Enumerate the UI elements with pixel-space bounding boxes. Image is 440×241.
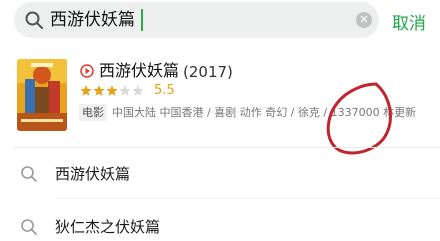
suggestion-item[interactable]: 西游伏妖篇 (0, 150, 440, 196)
movie-meta: 中国大陆 中国香港 / 喜剧 动作 奇幻 / 徐克 / 1337000 林更新 (112, 106, 417, 119)
search-icon (21, 166, 37, 182)
divider (14, 147, 440, 148)
star-icon (132, 85, 144, 96)
star-icon (119, 85, 131, 96)
search-icon (21, 219, 37, 235)
suggestion-item[interactable]: 狄仁杰之伏妖篇 (0, 203, 440, 241)
star-icon (93, 85, 105, 96)
cancel-button[interactable]: 取消 (392, 9, 426, 34)
text-caret (141, 9, 143, 31)
suggestion-label: 西游伏妖篇 (55, 165, 131, 183)
movie-result-card[interactable]: 西游伏妖篇 (2017) 5.5 电影 中国大陆 中国香港 / 喜剧 动作 奇幻… (0, 46, 440, 146)
divider (55, 198, 440, 199)
rating-score: 5.5 (154, 83, 175, 98)
movie-year: (2017) (183, 63, 233, 81)
star-rating (80, 85, 144, 96)
search-bar[interactable]: 西游伏妖篇 ✕ (14, 2, 379, 38)
category-tag: 电影 (79, 104, 107, 121)
search-icon (25, 11, 43, 29)
star-icon (106, 85, 118, 96)
clear-icon[interactable]: ✕ (356, 12, 372, 28)
movie-poster[interactable] (17, 59, 67, 131)
movie-title[interactable]: 西游伏妖篇 (99, 61, 179, 81)
suggestion-label: 狄仁杰之伏妖篇 (55, 218, 161, 236)
play-icon (80, 64, 94, 78)
star-icon (80, 85, 92, 96)
search-input[interactable]: 西游伏妖篇 (50, 10, 135, 30)
